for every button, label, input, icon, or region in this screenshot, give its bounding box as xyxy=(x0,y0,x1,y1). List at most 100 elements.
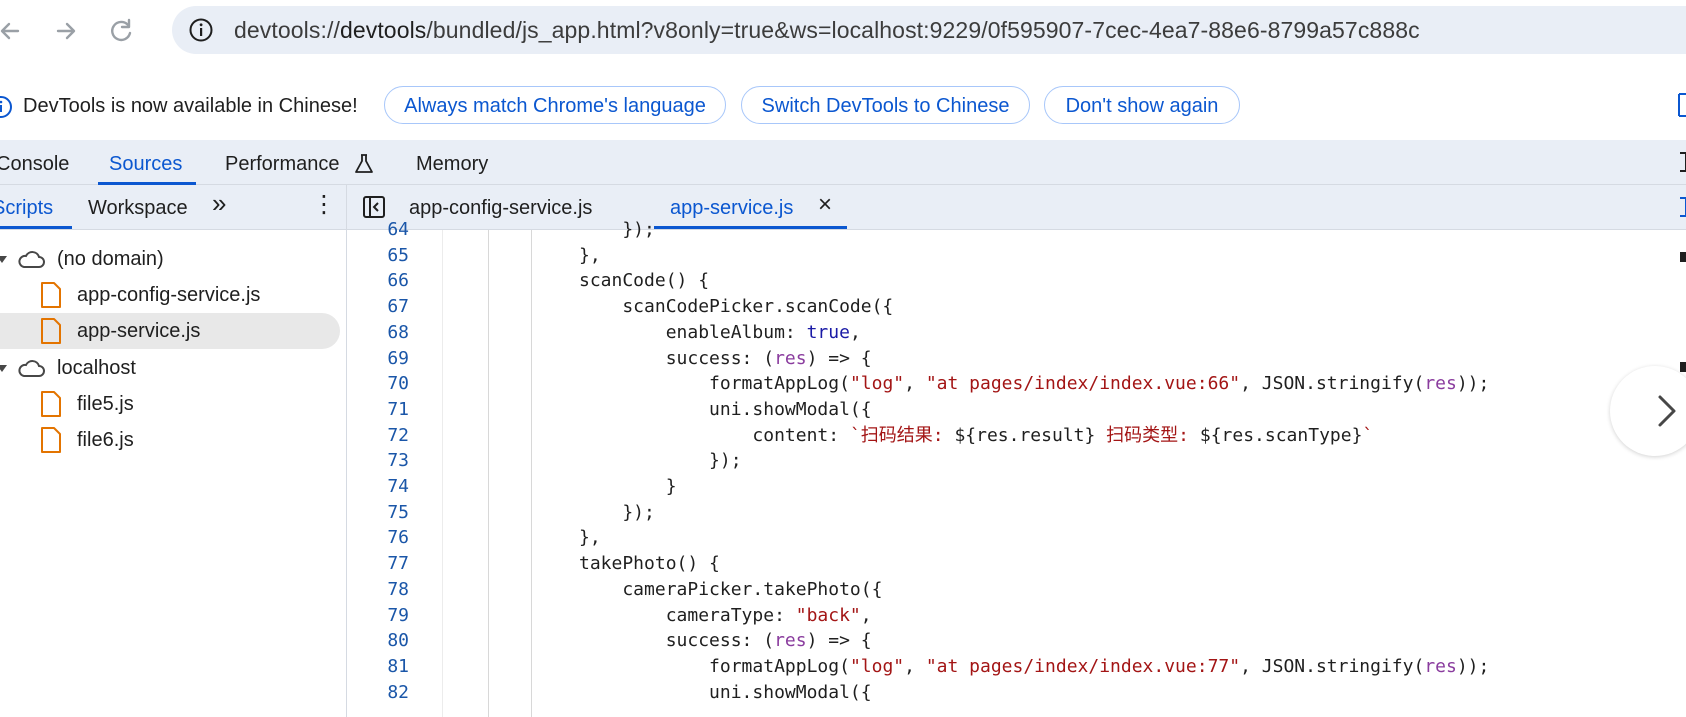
line-number[interactable]: 69 xyxy=(347,346,409,372)
code-text: cameraPicker.takePhoto({ xyxy=(579,578,883,600)
cloud-icon xyxy=(18,251,45,268)
line-number[interactable]: 78 xyxy=(347,577,409,603)
url-bar[interactable]: devtools://devtools/bundled/js_app.html?… xyxy=(172,6,1686,54)
url-scheme: devtools:// xyxy=(234,17,340,43)
tab-performance-label: Performance xyxy=(225,153,340,175)
code-line[interactable]: 75 }); xyxy=(347,500,1686,526)
code-text: }, xyxy=(579,244,601,266)
line-number[interactable]: 70 xyxy=(347,371,409,397)
tree-file-app-service[interactable]: app-service.js xyxy=(77,319,200,343)
code-line[interactable]: 70 formatAppLog("log", "at pages/index/i… xyxy=(347,371,1686,397)
infobar-message: DevTools is now available in Chinese! xyxy=(23,95,358,117)
forward-arrow-icon[interactable] xyxy=(48,14,82,48)
line-number[interactable]: 67 xyxy=(347,294,409,320)
file-icon xyxy=(41,427,61,453)
code-line[interactable]: 74 } xyxy=(347,474,1686,500)
url-text[interactable]: devtools://devtools/bundled/js_app.html?… xyxy=(234,16,1420,44)
code-line[interactable]: 73 }); xyxy=(347,448,1686,474)
back-arrow-icon[interactable] xyxy=(0,14,28,48)
code-text: takePhoto() { xyxy=(579,553,720,575)
code-text: }); xyxy=(579,219,655,240)
code-line[interactable]: 79 cameraType: "back", xyxy=(347,603,1686,629)
line-number[interactable]: 81 xyxy=(347,654,409,680)
line-number[interactable]: 77 xyxy=(347,551,409,577)
code-text: formatAppLog("log", "at pages/index/inde… xyxy=(579,655,1490,677)
code-text: }); xyxy=(579,450,742,472)
tree-domain-localhost[interactable]: localhost xyxy=(57,356,136,380)
code-line[interactable]: 67 scanCodePicker.scanCode({ xyxy=(347,294,1686,320)
chevron-right-icon xyxy=(1658,395,1676,427)
code-text: uni.showModal({ xyxy=(579,398,872,420)
experiment-flask-icon xyxy=(355,154,373,173)
scroll-marker xyxy=(1680,252,1686,262)
code-text: success: (res) => { xyxy=(579,347,872,369)
code-line[interactable]: 81 formatAppLog("log", "at pages/index/i… xyxy=(347,654,1686,680)
navigator-menu-icon[interactable]: ⋮ xyxy=(312,193,336,217)
line-number[interactable]: 74 xyxy=(347,474,409,500)
code-line[interactable]: 71 uni.showModal({ xyxy=(347,397,1686,423)
line-number[interactable]: 65 xyxy=(347,243,409,269)
code-text: content: `扫码结果: ${res.result} 扫码类型: ${re… xyxy=(579,424,1374,446)
code-line[interactable]: 69 success: (res) => { xyxy=(347,346,1686,372)
scripts-tab-indicator xyxy=(0,226,72,229)
line-number[interactable]: 72 xyxy=(347,423,409,449)
line-number[interactable]: 68 xyxy=(347,320,409,346)
close-tab-icon[interactable]: × xyxy=(818,193,832,217)
tree-file-file5[interactable]: file5.js xyxy=(77,392,134,416)
tab-console[interactable]: Console xyxy=(0,152,69,176)
line-number[interactable]: 82 xyxy=(347,680,409,706)
code-line[interactable]: 66 scanCode() { xyxy=(347,268,1686,294)
tree-file-file6[interactable]: file6.js xyxy=(77,428,134,452)
switch-to-chinese-button[interactable]: Switch DevTools to Chinese xyxy=(741,86,1030,124)
tab-sources[interactable]: Sources xyxy=(109,152,182,176)
code-text: formatAppLog("log", "at pages/index/inde… xyxy=(579,373,1490,395)
always-match-language-button[interactable]: Always match Chrome's language xyxy=(384,86,726,124)
line-number[interactable]: 79 xyxy=(347,603,409,629)
code-line[interactable]: 65}, xyxy=(347,243,1686,269)
code-line[interactable]: 78 cameraPicker.takePhoto({ xyxy=(347,577,1686,603)
more-tabs-icon[interactable] xyxy=(1678,151,1686,173)
code-line[interactable]: 80 success: (res) => { xyxy=(347,628,1686,654)
dont-show-again-button[interactable]: Don't show again xyxy=(1044,86,1240,124)
line-number[interactable]: 76 xyxy=(347,525,409,551)
line-number[interactable]: 66 xyxy=(347,268,409,294)
line-number[interactable]: 71 xyxy=(347,397,409,423)
code-text: }); xyxy=(579,501,655,523)
tab-memory[interactable]: Memory xyxy=(416,152,488,176)
code-text: uni.showModal({ xyxy=(579,681,872,703)
expand-triangle-icon[interactable] xyxy=(0,365,7,372)
file-icon xyxy=(41,391,61,417)
code-line[interactable]: 68 enableAlbum: true, xyxy=(347,320,1686,346)
code-text: enableAlbum: true, xyxy=(579,321,861,343)
info-icon[interactable] xyxy=(188,17,214,43)
file-icon xyxy=(41,282,61,308)
code-text: cameraType: "back", xyxy=(579,604,872,626)
line-number[interactable]: 64 xyxy=(347,217,409,243)
line-number[interactable]: 73 xyxy=(347,448,409,474)
code-text: success: (res) => { xyxy=(579,630,872,652)
line-number[interactable]: 80 xyxy=(347,628,409,654)
toggle-navigator-icon[interactable] xyxy=(362,195,386,219)
reload-icon[interactable] xyxy=(104,14,138,48)
dock-icon[interactable] xyxy=(1676,92,1686,118)
tab-scripts[interactable]: Scripts xyxy=(0,196,53,220)
info-icon xyxy=(0,96,12,118)
file-icon xyxy=(41,318,61,344)
url-host: devtools xyxy=(339,17,427,43)
expand-triangle-icon[interactable] xyxy=(0,256,7,263)
address-bar: devtools://devtools/bundled/js_app.html?… xyxy=(0,0,1686,67)
code-line[interactable]: 64 }); xyxy=(347,217,1686,243)
tab-performance[interactable]: Performance xyxy=(225,152,373,176)
code-text: }, xyxy=(579,527,601,549)
more-editor-tabs-icon[interactable] xyxy=(1678,196,1686,218)
code-text: } xyxy=(579,476,677,497)
code-line[interactable]: 82 uni.showModal({ xyxy=(347,680,1686,706)
code-line[interactable]: 77 takePhoto() { xyxy=(347,551,1686,577)
line-number[interactable]: 75 xyxy=(347,500,409,526)
code-line[interactable]: 72 content: `扫码结果: ${res.result} 扫码类型: $… xyxy=(347,423,1686,449)
more-tabs-chevron-icon[interactable]: » xyxy=(212,190,226,216)
tree-file-app-config-service[interactable]: app-config-service.js xyxy=(77,283,260,307)
tree-domain-no-domain[interactable]: (no domain) xyxy=(57,247,164,271)
code-line[interactable]: 76}, xyxy=(347,525,1686,551)
tab-workspace[interactable]: Workspace xyxy=(88,196,188,220)
